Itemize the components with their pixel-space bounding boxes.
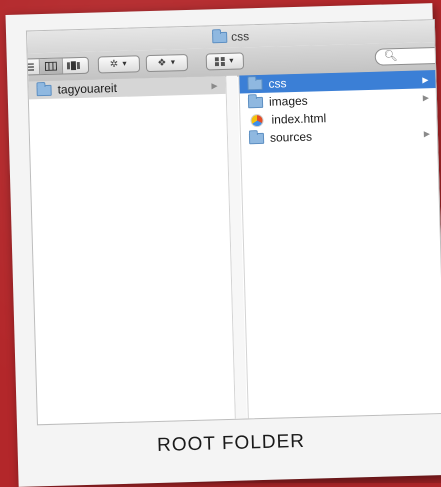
disclosure-arrow-icon: ▶ <box>423 93 429 102</box>
dropbox-icon: ❖ <box>157 58 166 69</box>
folder-icon <box>248 96 263 107</box>
dropbox-dropdown-caret: ▼ <box>169 59 176 66</box>
disclosure-arrow-icon: ▶ <box>211 81 217 90</box>
arrange-dropdown-caret: ▼ <box>228 58 235 65</box>
list-view-icon <box>26 63 34 71</box>
item-label: images <box>269 94 308 109</box>
view-mode-control <box>26 57 89 76</box>
action-button[interactable]: ✲▼ <box>98 55 140 73</box>
gear-icon: ✲ <box>110 59 119 70</box>
list-view-button[interactable] <box>26 59 40 75</box>
arrange-button[interactable]: ▼ <box>206 52 244 70</box>
action-dropdown-caret: ▼ <box>121 61 128 68</box>
column-left: tagyouareit ▶ <box>28 76 235 424</box>
item-label: tagyouareit <box>57 81 117 97</box>
column-view-button[interactable] <box>39 58 62 74</box>
window-title: css <box>231 29 249 43</box>
dropbox-button[interactable]: ❖▼ <box>146 54 188 72</box>
column-view-icon <box>44 62 56 71</box>
disclosure-arrow-icon: ▶ <box>422 75 428 84</box>
search-icon: 🔍︎ <box>384 50 398 62</box>
title-folder-icon <box>212 31 227 42</box>
disclosure-arrow-icon: ▶ <box>424 129 430 138</box>
coverflow-view-icon <box>67 61 80 70</box>
photo-card: css ✲▼ ❖▼ <box>5 3 441 487</box>
item-label: sources <box>270 130 312 145</box>
item-label: index.html <box>271 111 326 127</box>
search-field[interactable]: 🔍︎ <box>375 47 441 66</box>
folder-icon <box>247 78 262 89</box>
coverflow-view-button[interactable] <box>62 58 84 74</box>
finder-window: css ✲▼ ❖▼ <box>26 19 441 425</box>
html-file-icon <box>250 113 263 126</box>
folder-icon <box>36 84 51 95</box>
item-label: css <box>268 76 286 90</box>
column-right: css ▶ images ▶ index.html sources ▶ <box>238 70 441 418</box>
grid-icon <box>215 57 225 66</box>
caption: ROOT FOLDER <box>17 427 441 461</box>
folder-icon <box>249 132 264 143</box>
